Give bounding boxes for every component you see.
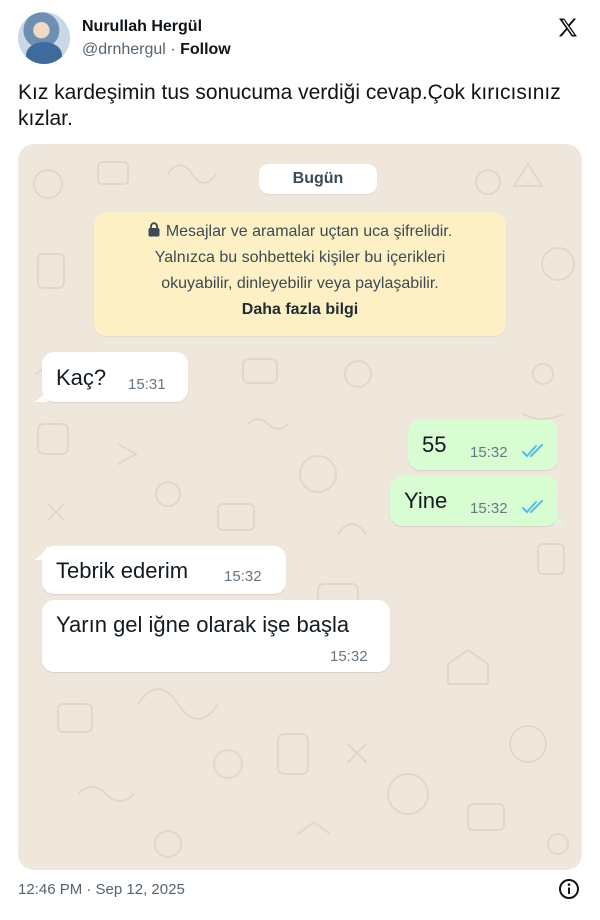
author-handle-line: @drnhergul · Follow — [82, 41, 231, 59]
double-check-icon — [522, 500, 543, 514]
message-time: 15:31 — [128, 376, 166, 393]
encryption-notice[interactable]: Mesajlar ve aramalar uçtan uca şifrelidi… — [94, 212, 506, 336]
message-bubble-incoming[interactable]: Kaç? 15:31 — [42, 352, 188, 402]
follow-button[interactable]: Follow — [180, 41, 231, 58]
author-avatar[interactable] — [18, 12, 70, 64]
lock-icon — [148, 222, 160, 237]
tweet-footer: 12:46 PM · Sep 12, 2025 — [18, 878, 582, 902]
chat-screenshot: Bugün Mesajlar ve aramalar uçtan uca şif… — [18, 144, 582, 870]
tweet-text: Kız kardeşimin tus sonucuma verdiği ceva… — [18, 81, 561, 130]
message-bubble-incoming[interactable]: Yarın gel iğne olarak işe başla 15:32 — [42, 600, 390, 672]
x-logo-icon[interactable] — [556, 16, 580, 40]
message-time: 15:32 — [470, 444, 508, 461]
learn-more-link[interactable]: Daha fazla bilgi — [94, 297, 506, 323]
message-time: 15:32 — [470, 500, 508, 517]
encryption-line-2: Yalnızca bu sohbetteki kişiler bu içerik… — [154, 249, 446, 266]
date-chip: Bugün — [259, 164, 377, 194]
message-text: Yarın gel iğne olarak işe başla — [56, 612, 350, 637]
double-check-icon — [522, 444, 543, 458]
info-icon[interactable] — [558, 878, 580, 900]
tweet-timestamp[interactable]: 12:46 PM · Sep 12, 2025 — [18, 881, 185, 898]
author-handle[interactable]: @drnhergul — [82, 41, 166, 58]
message-text: 55 — [422, 432, 447, 457]
message-time: 15:32 — [330, 648, 368, 665]
encryption-line-1: Mesajlar ve aramalar uçtan uca şifrelidi… — [94, 219, 506, 245]
tweet-header: Nurullah Hergül @drnhergul · Follow — [18, 12, 582, 68]
encryption-line-1-text: Mesajlar ve aramalar uçtan uca şifrelidi… — [165, 223, 453, 240]
message-text: Tebrik ederim — [56, 558, 189, 583]
message-text: Kaç? — [56, 365, 107, 390]
handle-separator: · — [170, 41, 176, 58]
message-time: 15:32 — [224, 568, 262, 585]
message-bubble-outgoing[interactable]: 55 15:32 — [408, 420, 558, 470]
message-bubble-incoming[interactable]: Tebrik ederim 15:32 — [42, 546, 286, 594]
message-text: Yine — [404, 488, 448, 513]
author-name[interactable]: Nurullah Hergül — [82, 18, 202, 36]
message-bubble-outgoing[interactable]: Yine 15:32 — [390, 476, 558, 526]
encryption-line-3: okuyabilir, dinleyebilir veya paylaşabil… — [161, 275, 439, 292]
